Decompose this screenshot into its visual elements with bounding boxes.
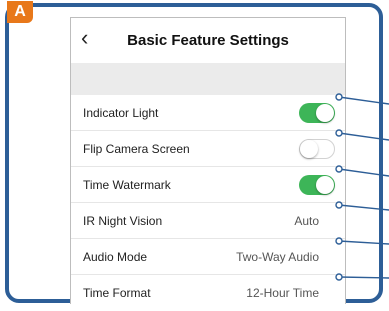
callout-line [338,96,389,105]
annotation-badge: A [7,1,33,23]
callout-dot [335,165,343,173]
callout-line [338,132,389,141]
callout-dot [335,201,343,209]
callout-dot [335,129,343,137]
callout-dot [335,93,343,101]
callout-lines [335,93,389,281]
callout-dot [335,237,343,245]
callout-dot [335,273,343,281]
callout-line [338,168,389,177]
callout-line [338,204,389,211]
callout-line [338,240,389,245]
callout-line [338,276,389,279]
